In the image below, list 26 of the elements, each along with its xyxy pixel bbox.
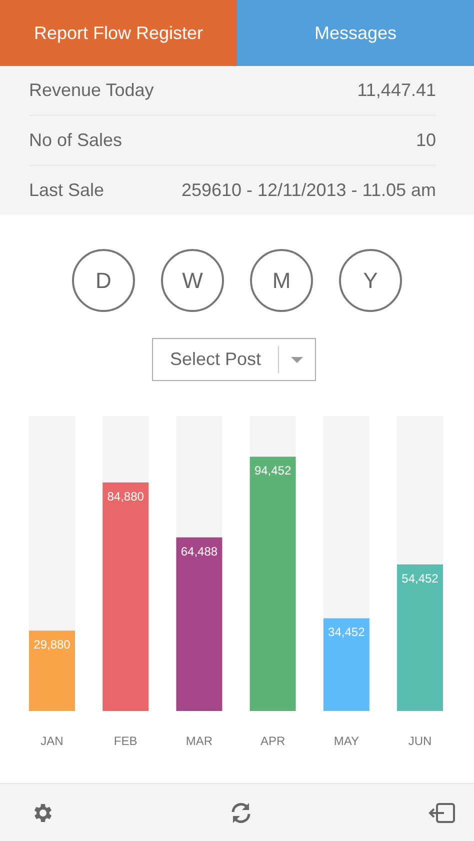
post-dropdown[interactable]: Select Post <box>152 338 316 381</box>
month-label: JUN <box>408 734 432 748</box>
summary-label: No of Sales <box>29 130 122 151</box>
summary-label: Last Sale <box>29 180 104 201</box>
caret-icon <box>291 356 303 362</box>
period-button[interactable]: M <box>250 249 313 312</box>
bar-value: 34,452 <box>328 625 365 640</box>
summary-value: 10 <box>416 130 436 151</box>
bar-value: 29,880 <box>34 638 70 652</box>
period-button[interactable]: Y <box>339 249 402 312</box>
summary-value: 259610 - 12/11/2013 - 11.05 am <box>181 180 436 201</box>
bar-value: 94,452 <box>254 464 292 478</box>
month-label: JAN <box>40 734 64 748</box>
month-label: FEB <box>114 734 138 748</box>
summary-label: Revenue Today <box>29 80 154 101</box>
bar-value: 54,452 <box>402 571 438 586</box>
month-label: MAY <box>334 734 359 748</box>
period-button[interactable]: D <box>72 249 135 312</box>
bar-value: 84,880 <box>107 489 144 504</box>
summary-value: 11,447.41 <box>357 80 436 101</box>
month-label: MAR <box>186 734 213 748</box>
tab[interactable]: Report Flow Register <box>0 0 237 66</box>
exit-icon[interactable] <box>428 802 456 824</box>
period-button[interactable]: W <box>161 249 224 312</box>
bar-value: 64,488 <box>180 544 218 558</box>
month-label: APR <box>260 734 286 748</box>
